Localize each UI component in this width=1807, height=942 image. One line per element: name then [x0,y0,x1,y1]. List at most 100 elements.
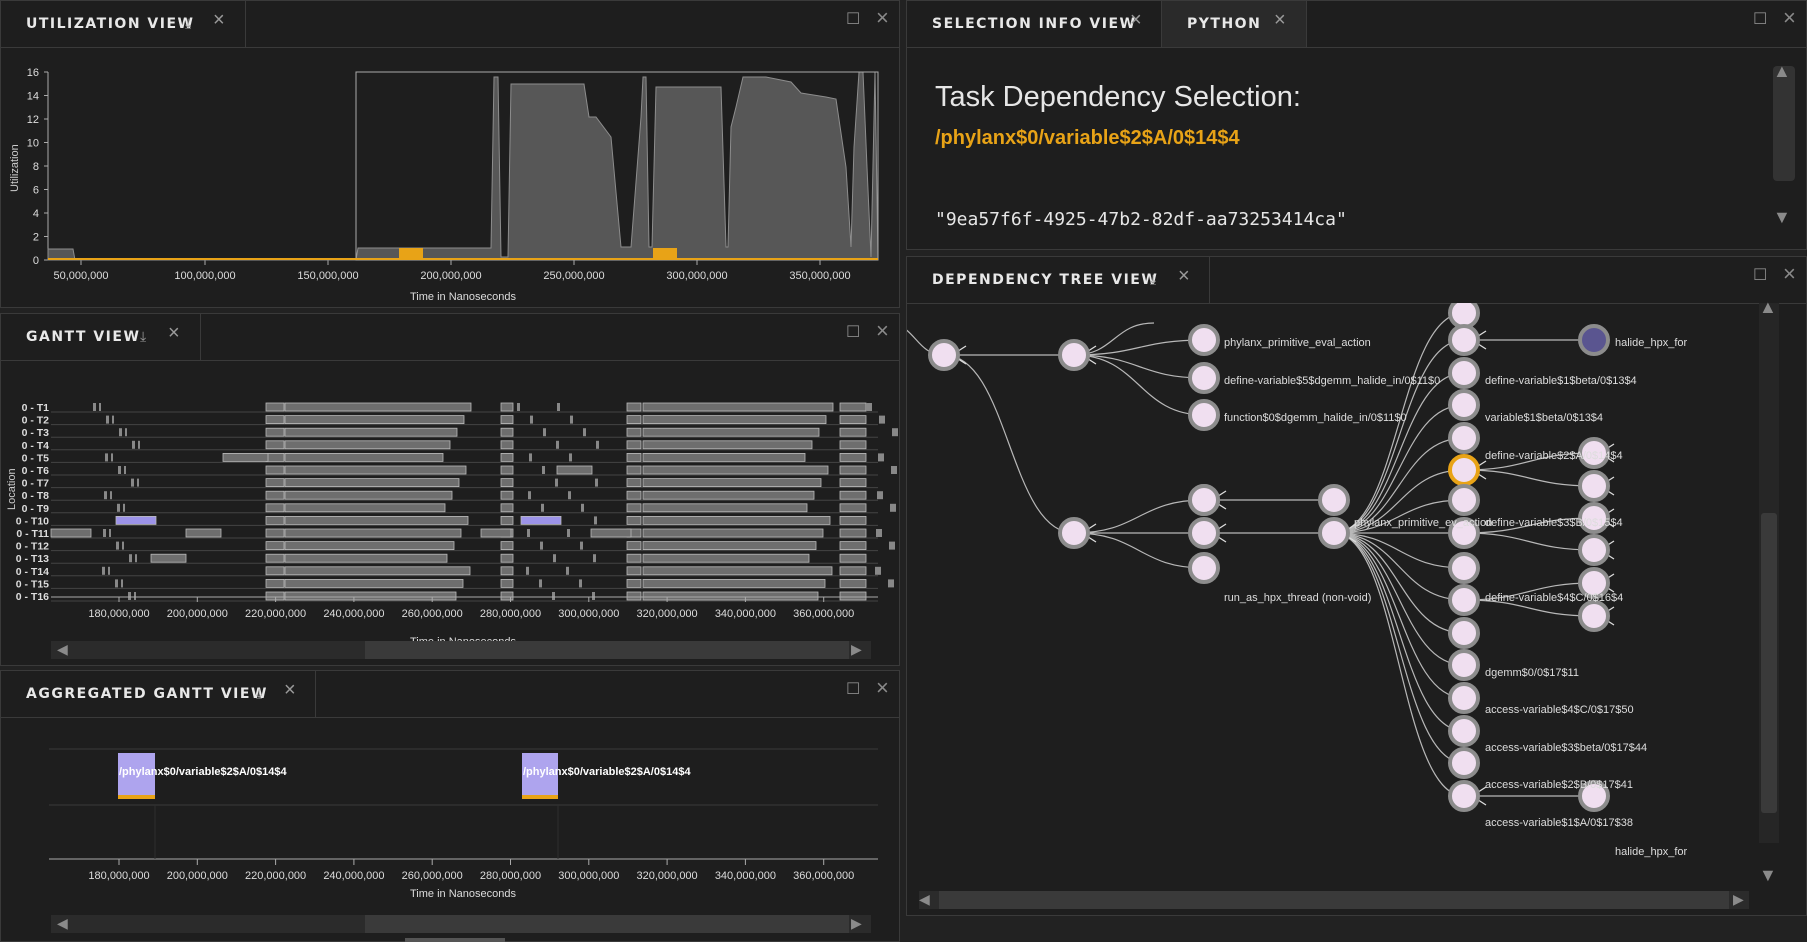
download-icon[interactable]: ⤓ [256,686,262,700]
gantt-bar[interactable] [500,427,514,437]
gantt-bar[interactable] [642,515,831,525]
scroll-left-icon[interactable]: ◀ [919,891,930,908]
gantt-bar[interactable] [876,529,882,537]
gantt-bar[interactable] [284,566,471,576]
tree-node[interactable] [1448,357,1480,389]
tree-node-dark[interactable] [1578,324,1610,356]
bottom-scroll-indicator[interactable] [405,938,505,942]
tree-node[interactable] [1188,324,1220,356]
gantt-bar[interactable] [137,478,139,487]
maximize-icon[interactable]: ☐ [846,9,860,29]
gantt-bar[interactable] [642,490,815,500]
gantt-scrollbar[interactable] [51,641,871,659]
gantt-bar[interactable] [642,440,813,450]
gantt-bar[interactable] [138,440,140,449]
gantt-bar[interactable] [500,503,514,513]
gantt-bar[interactable] [626,415,642,424]
gantt-bar[interactable] [284,528,462,538]
close-icon[interactable]: × [1783,261,1796,287]
scroll-right-icon[interactable]: ▶ [851,915,862,932]
tab-python[interactable]: PYTHON × [1162,1,1307,47]
gantt-bar[interactable] [265,528,285,538]
gantt-bar[interactable] [626,591,642,601]
gantt-bar[interactable] [878,453,884,462]
gantt-bar[interactable] [626,515,642,525]
tree-hscroll-thumb[interactable] [939,891,1729,909]
scroll-left-icon[interactable]: ◀ [57,641,68,658]
tree-node[interactable] [1448,649,1480,681]
tree-node[interactable] [1578,600,1610,632]
gantt-bar[interactable] [530,415,533,424]
close-icon[interactable]: × [1130,10,1142,30]
gantt-bar[interactable] [642,566,833,576]
tree-node[interactable] [1448,484,1480,516]
gantt-bar[interactable] [265,503,285,513]
gantt-bar[interactable] [118,466,121,474]
gantt-bar[interactable] [517,403,520,411]
gantt-bar[interactable] [124,466,126,474]
aggregated-scroll-thumb[interactable] [365,915,849,933]
gantt-bar[interactable] [541,503,544,512]
gantt-bar[interactable] [500,541,514,551]
close-icon[interactable]: × [213,10,225,30]
gantt-bar[interactable] [117,503,120,512]
gantt-bar[interactable] [540,541,543,550]
tree-node[interactable] [1448,584,1480,616]
gantt-bar[interactable] [879,415,885,424]
tree-node[interactable] [1188,484,1220,516]
download-icon[interactable]: ⤓ [1150,272,1156,286]
gantt-bar[interactable] [580,541,583,550]
gantt-bar[interactable] [109,529,111,537]
close-icon[interactable]: × [284,680,296,700]
tab-selection-info[interactable]: SELECTION INFO VIEW × [907,1,1162,47]
gantt-bar[interactable] [642,478,822,487]
gantt-bar[interactable] [284,427,458,437]
gantt-bar[interactable] [542,466,545,474]
close-icon[interactable]: × [876,318,889,344]
gantt-bar[interactable] [526,566,529,575]
gantt-bar[interactable] [265,453,285,462]
gantt-bar[interactable] [839,528,867,538]
gantt-bar[interactable] [553,554,556,563]
tree-node[interactable] [928,339,960,371]
tree-node[interactable] [1448,303,1480,329]
gantt-highlight-bar[interactable] [115,515,157,525]
gantt-bar[interactable] [265,566,285,576]
gantt-bar[interactable] [132,440,135,449]
gantt-bar[interactable] [642,427,820,437]
gantt-bar[interactable] [500,553,514,563]
gantt-bar[interactable] [265,478,285,487]
gantt-bar[interactable] [135,554,137,563]
gantt-bar[interactable] [583,428,586,437]
gantt-bar[interactable] [500,591,514,601]
tree-node[interactable] [1188,362,1220,394]
gantt-bar[interactable] [839,578,867,588]
gantt-bar[interactable] [284,541,455,551]
gantt-bar[interactable] [265,490,285,500]
gantt-bar[interactable] [500,515,514,525]
gantt-bar[interactable] [889,541,895,550]
gantt-bar[interactable] [500,578,514,588]
gantt-bar[interactable] [115,579,118,588]
gantt-bar[interactable] [500,490,514,500]
gantt-bar[interactable] [579,579,582,588]
gantt-bar[interactable] [128,592,131,600]
gantt-bar[interactable] [112,415,114,424]
gantt-bar[interactable] [284,490,453,500]
gantt-bar[interactable] [529,453,532,462]
gantt-bar[interactable] [839,503,867,513]
gantt-bar[interactable] [626,427,642,437]
scroll-down-icon[interactable]: ▼ [1773,207,1791,228]
gantt-bar[interactable] [626,578,642,588]
close-icon[interactable]: × [876,5,889,31]
gantt-bar[interactable] [592,592,595,600]
gantt-bar[interactable] [839,553,867,563]
gantt-bar[interactable] [265,440,285,450]
gantt-bar[interactable] [500,465,514,475]
close-icon[interactable]: × [168,323,180,343]
tree-node[interactable] [1188,552,1220,584]
gantt-bar[interactable] [557,403,560,411]
close-icon[interactable]: × [1274,10,1286,30]
gantt-bar[interactable] [642,415,827,424]
gantt-bar[interactable] [890,503,896,512]
